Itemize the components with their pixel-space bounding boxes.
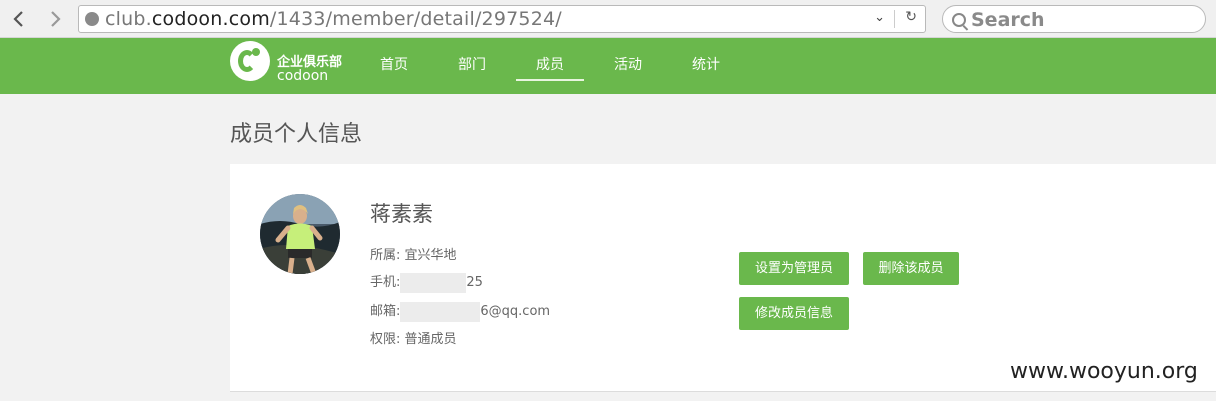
email-row: 邮箱: 6@qq.com	[370, 300, 550, 322]
search-input[interactable]	[969, 7, 1193, 33]
member-card: 蒋素素 所属: 宜兴华地 手机: 25 邮箱: 6@qq.com 权限: 普通成员 …	[230, 164, 1216, 392]
phone-value: 25	[466, 275, 483, 290]
redaction-mask	[400, 301, 481, 322]
edit-member-button[interactable]: 修改成员信息	[739, 297, 849, 330]
browser-toolbar: club.codoon.com/1433/member/detail/29752…	[0, 0, 1216, 38]
back-icon[interactable]	[8, 8, 30, 30]
affiliation-row: 所属: 宜兴华地	[370, 244, 457, 263]
url-divider	[894, 10, 895, 28]
search-icon	[952, 13, 966, 27]
phone-label: 手机:	[370, 275, 401, 290]
nav-departments[interactable]: 部门	[458, 54, 486, 74]
nav-statistics[interactable]: 统计	[692, 54, 720, 74]
email-label: 邮箱:	[370, 304, 401, 319]
nav-home[interactable]: 首页	[380, 54, 408, 74]
avatar	[260, 194, 340, 274]
url-text[interactable]: club.codoon.com/1433/member/detail/29752…	[105, 8, 562, 30]
globe-icon	[85, 12, 99, 26]
email-value: 6@qq.com	[480, 304, 551, 319]
reload-icon[interactable]: ↻	[905, 9, 917, 25]
redaction-mask	[400, 272, 467, 293]
affiliation-label: 所属:	[370, 248, 401, 263]
forward-icon[interactable]	[44, 8, 66, 30]
nav-members[interactable]: 成员	[536, 54, 564, 74]
watermark: www.wooyun.org	[1010, 359, 1198, 384]
site-header: 企业俱乐部 codoon 首页 部门 成员 活动 统计	[0, 38, 1216, 94]
affiliation-value: 宜兴华地	[404, 248, 457, 263]
permission-value: 普通成员	[404, 332, 457, 347]
remove-member-button[interactable]: 删除该成员	[863, 252, 959, 285]
permission-label: 权限:	[370, 332, 401, 347]
nav-activities[interactable]: 活动	[614, 54, 642, 74]
set-admin-button[interactable]: 设置为管理员	[739, 252, 849, 285]
active-nav-indicator	[516, 79, 584, 81]
logo-subtitle: codoon	[277, 68, 329, 84]
url-dropdown-icon[interactable]: ⌄	[874, 10, 885, 25]
permission-row: 权限: 普通成员	[370, 328, 457, 347]
member-name: 蒋素素	[370, 202, 433, 226]
codoon-logo-icon	[230, 41, 270, 81]
phone-row: 手机: 25	[370, 271, 483, 293]
browser-search-box[interactable]	[942, 5, 1206, 33]
address-bar[interactable]: club.codoon.com/1433/member/detail/29752…	[78, 5, 926, 33]
club-logo[interactable]: 企业俱乐部 codoon	[230, 41, 350, 87]
page-title: 成员个人信息	[230, 122, 363, 147]
